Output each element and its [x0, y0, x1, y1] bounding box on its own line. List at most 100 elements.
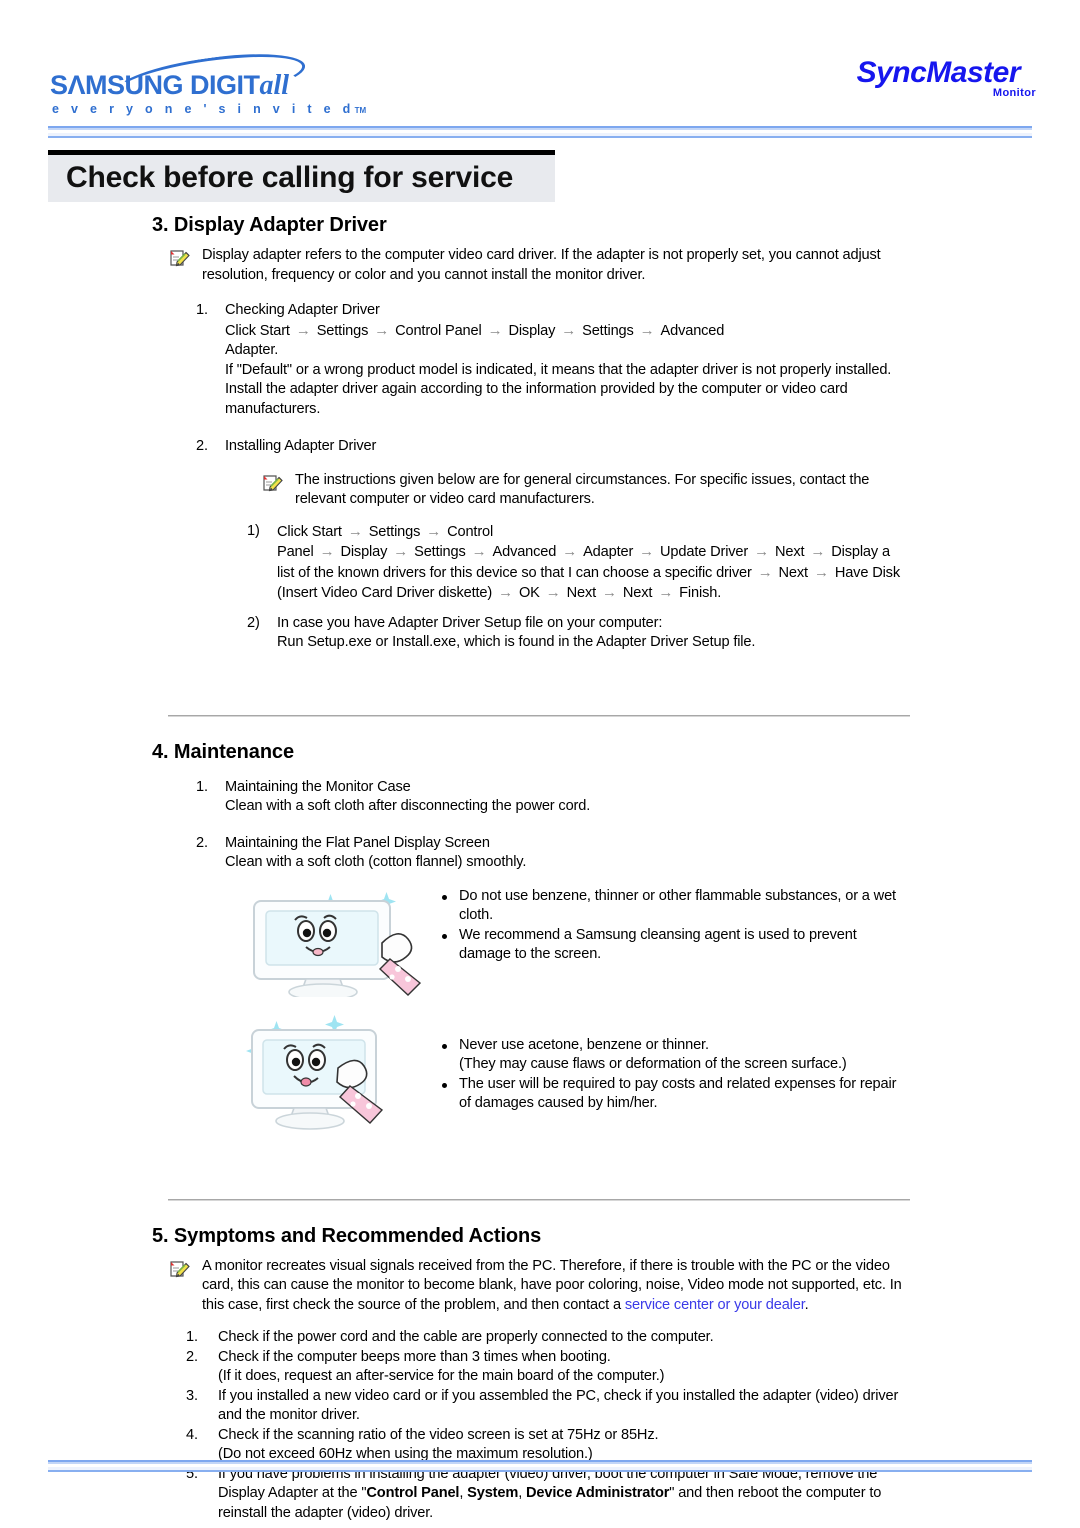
- path-segment: Settings: [316, 322, 369, 339]
- section-5-list: 1. Check if the power cord and the cable…: [0, 1328, 1080, 1523]
- illustration-2-bullets: Never use acetone, benzene or thinner. (…: [428, 1012, 910, 1137]
- samsung-wordmark-main: SΛMSUNG DIGIT: [50, 70, 260, 100]
- footer-divider-rule: [48, 1460, 1032, 1473]
- arrow-icon: →: [498, 584, 513, 601]
- path-segment: Next: [622, 585, 653, 601]
- path-segment: Click Start: [225, 322, 290, 339]
- path-segment: Click Start: [277, 523, 342, 540]
- arrow-icon: →: [810, 543, 826, 560]
- section-3-sublist: 1) Click Start → Settings → Control Panel → Di…: [225, 522, 910, 653]
- page-title: Check before calling for service: [66, 161, 514, 194]
- list-item-number: 1): [247, 522, 260, 539]
- path-segment: Advanced: [660, 322, 725, 339]
- list-item: 4. Check if the scanning ratio of the vi…: [186, 1426, 920, 1465]
- list-item-body: Clean with a soft cloth after disconnect…: [225, 798, 591, 814]
- arrow-icon: →: [487, 321, 503, 339]
- samsung-digitall-logo: SΛMSUNG DIGITall e v e r y o n e ' s i n…: [50, 44, 366, 116]
- list-item: 2. Maintaining the Flat Panel Display Sc…: [196, 834, 910, 873]
- list-item-text: If you installed a new video card or if …: [218, 1387, 899, 1424]
- list-item-number: 2.: [186, 1348, 198, 1365]
- path-segment: OK: [518, 585, 540, 601]
- path-segment: Next: [566, 585, 597, 601]
- bold-system: System: [467, 1485, 519, 1501]
- bullet-item: We recommend a Samsung cleansing agent i…: [438, 926, 910, 965]
- monitor-cleaning-illustration: [232, 1012, 428, 1137]
- path-segment: Settings: [368, 523, 421, 540]
- path-segment: Display: [340, 544, 388, 560]
- list-item-title: Maintaining the Flat Panel Display Scree…: [225, 834, 490, 851]
- path-segment: Next: [774, 544, 805, 560]
- arrow-icon: →: [813, 563, 829, 581]
- list-item-text: Check if the scanning ratio of the video…: [218, 1426, 659, 1443]
- note-pencil-icon: [261, 471, 287, 510]
- section-5-note: A monitor recreates visual signals recei…: [168, 1257, 910, 1316]
- bullet-item: Do not use benzene, thinner or other fla…: [438, 887, 910, 926]
- arrow-icon: →: [757, 563, 773, 581]
- path-segment: Update Driver: [660, 544, 749, 560]
- list-item-number: 2.: [196, 438, 208, 454]
- list-item-body: Clean with a soft cloth (cotton flannel)…: [225, 854, 527, 870]
- list-item: 5. If you have problems in installing th…: [186, 1465, 920, 1524]
- bold-control-panel: Control Panel: [366, 1485, 460, 1501]
- service-center-link[interactable]: service center or your dealer: [625, 1297, 805, 1313]
- syncmaster-sublabel: Monitor: [992, 87, 1036, 99]
- path-segment: Finish.: [679, 585, 722, 601]
- list-item-text: Check if the power cord and the cable ar…: [218, 1329, 714, 1345]
- path-segment: Adapter: [583, 544, 634, 560]
- list-item-text-b: ,: [459, 1485, 468, 1501]
- note-pencil-icon: [168, 1257, 194, 1316]
- section-4-heading: 4. Maintenance: [152, 740, 294, 763]
- path-segment: Settings: [582, 322, 634, 339]
- document-content: 3. Display Adapter Driver Display adapte…: [0, 214, 1080, 1523]
- page-header: SΛMSUNG DIGITall e v e r y o n e ' s i n…: [0, 0, 1080, 120]
- path-segment: Control Panel: [395, 322, 482, 339]
- list-item: 2. Installing Adapter Driver The instruc…: [196, 437, 910, 653]
- section-separator: [168, 1198, 910, 1201]
- arrow-icon: →: [639, 321, 655, 339]
- adapter-path-tail: Adapter.: [225, 342, 279, 358]
- note-text-part2: .: [804, 1296, 809, 1313]
- list-item-title: Maintaining the Monitor Case: [225, 778, 411, 795]
- section-3-note-text: Display adapter refers to the computer v…: [202, 247, 881, 283]
- list-item-title: Checking Adapter Driver: [225, 302, 380, 318]
- section-5-note-text: A monitor recreates visual signals recei…: [202, 1257, 910, 1316]
- list-item-text-2: (If it does, request an after-service fo…: [218, 1368, 665, 1384]
- bullet-item: The user will be required to pay costs a…: [438, 1075, 910, 1114]
- section-5-heading: 5. Symptoms and Recommended Actions: [152, 1224, 542, 1247]
- samsung-tagline-text: e v e r y o n e ' s i n v i t e d: [52, 102, 355, 116]
- section-3-subnote: The instructions given below are for gen…: [261, 471, 910, 510]
- list-item-title: Installing Adapter Driver: [225, 438, 377, 454]
- path-segment: Advanced: [492, 544, 557, 560]
- list-item: 2. Check if the computer beeps more than…: [186, 1348, 920, 1387]
- section-3-note: Display adapter refers to the computer v…: [168, 246, 910, 285]
- document-page: SΛMSUNG DIGITall e v e r y o n e ' s i n…: [0, 0, 1080, 1528]
- list-item: 1. Check if the power cord and the cable…: [186, 1328, 920, 1348]
- arrow-icon: →: [471, 543, 487, 560]
- list-item-number: 1.: [196, 302, 208, 318]
- header-divider-rule: [48, 126, 1032, 139]
- list-item-text-c: ,: [518, 1485, 526, 1501]
- list-item-number: 2.: [196, 834, 208, 851]
- section-4-list: 1. Maintaining the Monitor Case Clean wi…: [0, 778, 1080, 873]
- list-item: 1. Maintaining the Monitor Case Clean wi…: [196, 778, 910, 817]
- samsung-tagline: e v e r y o n e ' s i n v i t e dTM: [52, 102, 366, 116]
- list-item-line-1: In case you have Adapter Driver Setup fi…: [277, 614, 663, 631]
- samsung-tagline-tm: TM: [354, 106, 367, 115]
- list-item: 1) Click Start → Settings → Control Panel → Di…: [247, 522, 910, 604]
- arrow-icon: →: [639, 543, 655, 560]
- samsung-wordmark-italic: all: [259, 70, 290, 101]
- arrow-icon: →: [754, 543, 769, 560]
- section-3-list: 1. Checking Adapter Driver Click Start → S…: [0, 301, 1080, 653]
- list-item-number: 1.: [186, 1329, 198, 1345]
- bullet-item-continuation: (They may cause flaws or deformation of …: [459, 1056, 847, 1072]
- syncmaster-logo: SyncMaster Monitor: [823, 56, 1038, 108]
- path-segment: Settings: [414, 544, 466, 560]
- list-item-text: Check if the computer beeps more than 3 …: [218, 1348, 611, 1365]
- path-segment: Next: [778, 564, 809, 581]
- list-item: 1. Checking Adapter Driver Click Start → S…: [196, 301, 910, 419]
- arrow-icon: →: [545, 584, 561, 601]
- maintenance-illustration-row-2: Never use acetone, benzene or thinner. (…: [232, 1012, 910, 1137]
- bullet-item: Never use acetone, benzene or thinner.: [438, 1036, 910, 1056]
- arrow-icon: →: [374, 321, 390, 339]
- arrow-icon: →: [658, 584, 674, 601]
